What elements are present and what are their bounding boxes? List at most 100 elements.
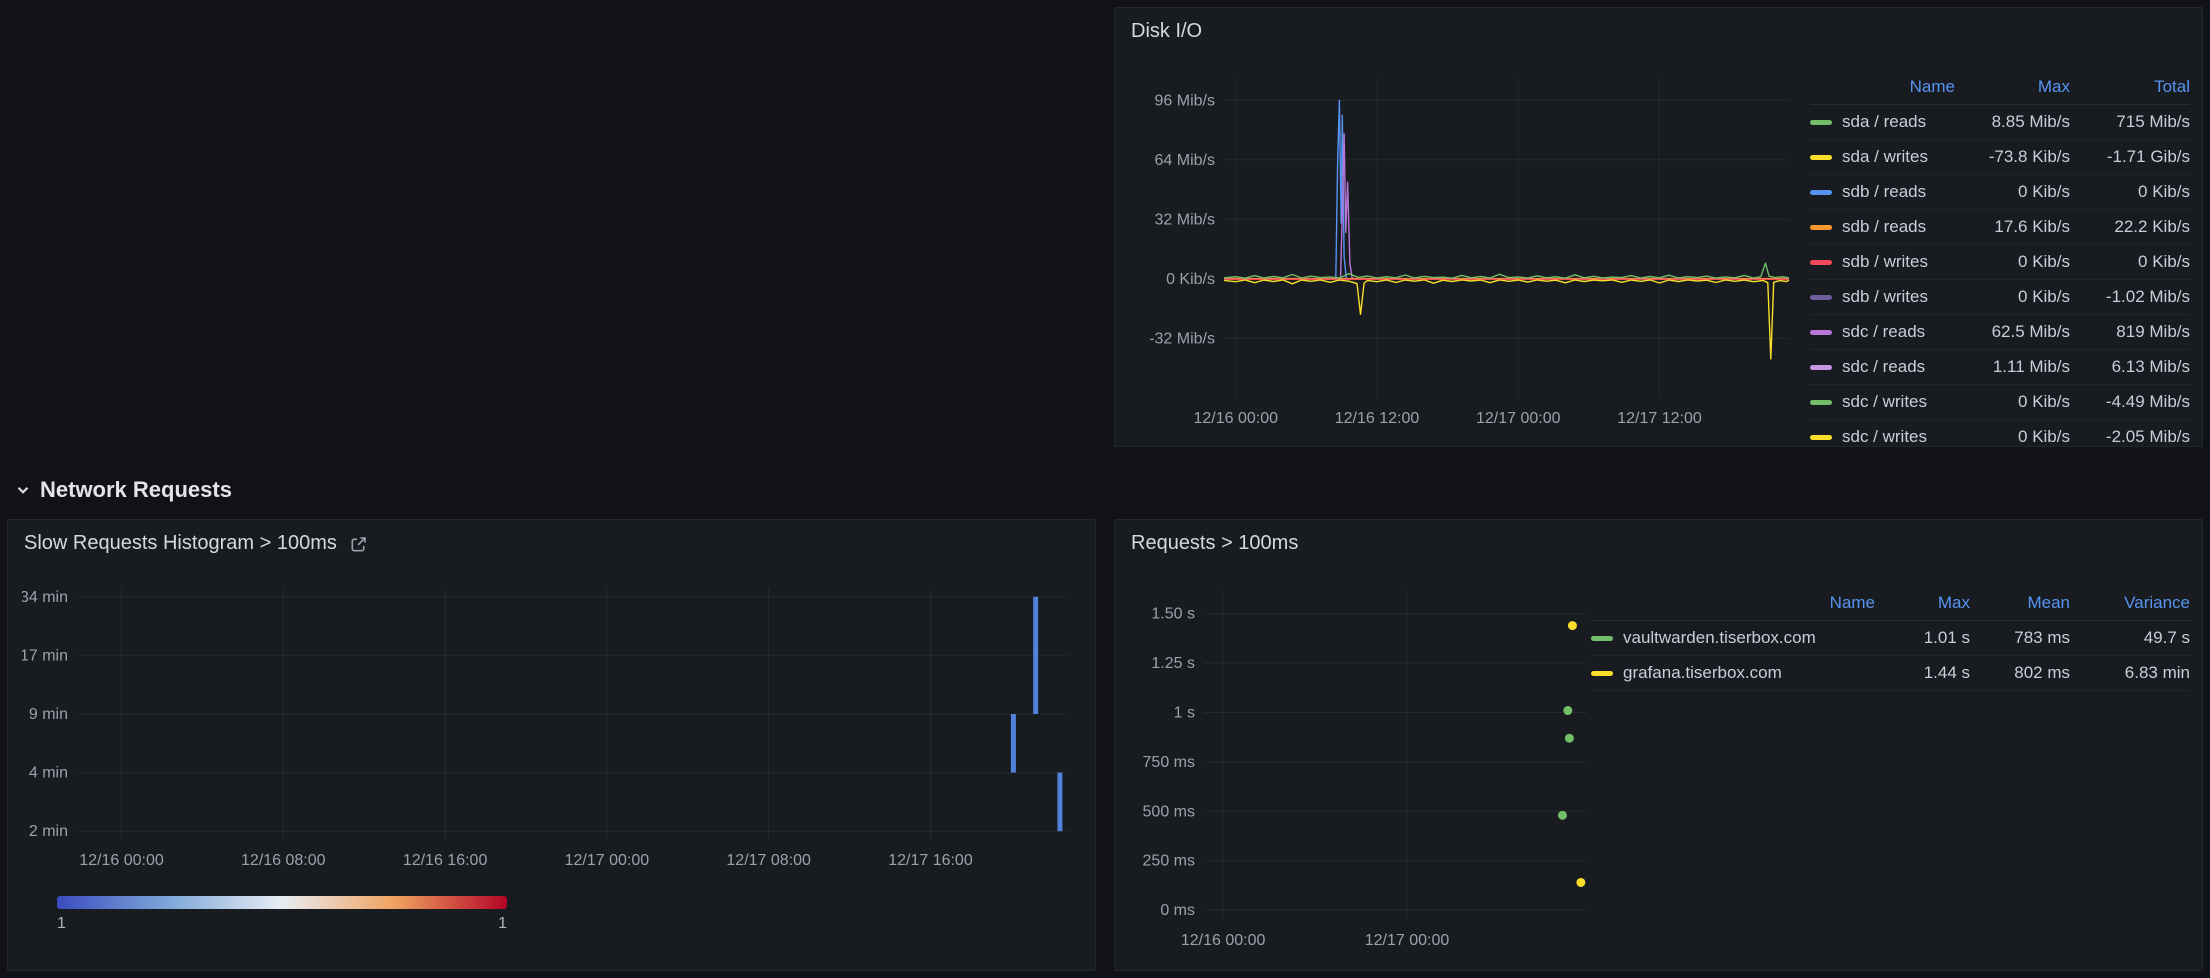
requests-legend-header: Name Max Mean Variance bbox=[1591, 586, 2190, 621]
panel-slow-requests-histogram: Slow Requests Histogram > 100ms 34 min17… bbox=[7, 519, 1096, 971]
legend-row[interactable]: sdc / writes 0 Kib/s -2.05 Mib/s bbox=[1810, 420, 2190, 444]
svg-text:12/16 00:00: 12/16 00:00 bbox=[79, 852, 164, 869]
series-color-swatch bbox=[1810, 155, 1832, 160]
requests-scatter-chart[interactable]: 1.50 s1.25 s1 s750 ms500 ms250 ms0 ms12/… bbox=[1129, 578, 1599, 958]
disk-io-panel-header[interactable]: Disk I/O bbox=[1115, 8, 2202, 54]
series-name: sdb / reads bbox=[1842, 217, 1926, 237]
legend-row[interactable]: sdc / writes 0 Kib/s -4.49 Mib/s bbox=[1810, 385, 2190, 420]
svg-text:0 ms: 0 ms bbox=[1160, 902, 1195, 919]
legend-column-header[interactable]: Variance bbox=[2070, 593, 2190, 613]
svg-text:500 ms: 500 ms bbox=[1143, 803, 1195, 820]
svg-text:-32 Mib/s: -32 Mib/s bbox=[1149, 330, 1215, 347]
legend-row[interactable]: sdb / reads 0 Kib/s 0 Kib/s bbox=[1810, 175, 2190, 210]
legend-series-cell: vaultwarden.tiserbox.com bbox=[1591, 628, 1875, 648]
requests-panel-header[interactable]: Requests > 100ms bbox=[1115, 520, 2202, 566]
colorbar-max-label: 1 bbox=[498, 915, 507, 933]
requests-legend-rows: vaultwarden.tiserbox.com 1.01 s 783 ms 4… bbox=[1591, 621, 2190, 691]
legend-series-cell: sdc / reads bbox=[1810, 357, 1955, 377]
requests-legend-table: Name Max Mean Variance vaultwarden.tiser… bbox=[1591, 586, 2190, 716]
series-color-swatch bbox=[1810, 330, 1832, 335]
legend-row[interactable]: sda / writes -73.8 Kib/s -1.71 Gib/s bbox=[1810, 140, 2190, 175]
chevron-down-icon bbox=[14, 481, 32, 499]
series-color-swatch bbox=[1810, 225, 1832, 230]
section-title: Network Requests bbox=[40, 477, 232, 503]
legend-series-cell: sda / reads bbox=[1810, 112, 1955, 132]
section-header-network-requests[interactable]: Network Requests bbox=[14, 474, 232, 506]
series-name: sdc / reads bbox=[1842, 322, 1925, 342]
series-max-value: 0 Kib/s bbox=[1955, 427, 2070, 444]
series-total-value: -1.02 Mib/s bbox=[2070, 287, 2190, 307]
slow-histogram-panel-header[interactable]: Slow Requests Histogram > 100ms bbox=[8, 520, 1095, 566]
legend-series-cell: sdc / writes bbox=[1810, 392, 1955, 412]
legend-row[interactable]: vaultwarden.tiserbox.com 1.01 s 783 ms 4… bbox=[1591, 621, 2190, 656]
series-total-value: 715 Mib/s bbox=[2070, 112, 2190, 132]
svg-text:12/16 08:00: 12/16 08:00 bbox=[241, 852, 326, 869]
legend-series-cell: sdb / reads bbox=[1810, 217, 1955, 237]
svg-text:250 ms: 250 ms bbox=[1143, 853, 1195, 870]
series-max-value: 1.11 Mib/s bbox=[1955, 357, 2070, 377]
series-name: sdc / reads bbox=[1842, 357, 1925, 377]
series-name: sdb / writes bbox=[1842, 252, 1928, 272]
legend-column-header[interactable]: Total bbox=[2070, 77, 2190, 97]
series-max-value: 8.85 Mib/s bbox=[1955, 112, 2070, 132]
legend-column-header[interactable]: Name bbox=[1810, 77, 1955, 97]
legend-column-header[interactable]: Name bbox=[1591, 593, 1875, 613]
disk-io-timeseries-chart[interactable]: 96 Mib/s64 Mib/s32 Mib/s0 Kib/s-32 Mib/s… bbox=[1129, 66, 1799, 436]
legend-row[interactable]: sda / reads 8.85 Mib/s 715 Mib/s bbox=[1810, 105, 2190, 140]
legend-series-cell: sdb / writes bbox=[1810, 287, 1955, 307]
series-color-swatch bbox=[1810, 190, 1832, 195]
svg-text:9 min: 9 min bbox=[29, 706, 68, 723]
svg-text:1 s: 1 s bbox=[1174, 705, 1195, 722]
svg-text:1.50 s: 1.50 s bbox=[1151, 606, 1195, 623]
svg-text:12/17 00:00: 12/17 00:00 bbox=[1365, 932, 1450, 949]
series-name: sda / writes bbox=[1842, 147, 1928, 167]
legend-row[interactable]: grafana.tiserbox.com 1.44 s 802 ms 6.83 … bbox=[1591, 656, 2190, 691]
slow-histogram-panel-title[interactable]: Slow Requests Histogram > 100ms bbox=[24, 532, 337, 555]
series-total-value: 0 Kib/s bbox=[2070, 252, 2190, 272]
svg-text:1.25 s: 1.25 s bbox=[1151, 655, 1195, 672]
svg-text:12/17 00:00: 12/17 00:00 bbox=[1476, 410, 1561, 427]
series-color-swatch bbox=[1810, 365, 1832, 370]
series-name: vaultwarden.tiserbox.com bbox=[1623, 628, 1816, 648]
heatmap-colorbar-labels: 1 1 bbox=[57, 915, 507, 933]
series-name: sdb / writes bbox=[1842, 287, 1928, 307]
series-name: sdb / reads bbox=[1842, 182, 1926, 202]
svg-text:12/16 00:00: 12/16 00:00 bbox=[1194, 410, 1279, 427]
svg-text:2 min: 2 min bbox=[29, 823, 68, 840]
svg-text:64 Mib/s: 64 Mib/s bbox=[1155, 152, 1215, 169]
legend-column-header[interactable]: Max bbox=[1955, 77, 2070, 97]
legend-series-cell: sdb / writes bbox=[1810, 252, 1955, 272]
series-name: grafana.tiserbox.com bbox=[1623, 663, 1782, 683]
disk-io-legend-rows: sda / reads 8.85 Mib/s 715 Mib/s sda / w… bbox=[1810, 105, 2190, 444]
series-color-swatch bbox=[1591, 636, 1613, 641]
series-mean-value: 783 ms bbox=[1970, 628, 2070, 648]
panel-disk-io: Disk I/O 96 Mib/s64 Mib/s32 Mib/s0 Kib/s… bbox=[1114, 7, 2203, 447]
legend-row[interactable]: sdb / writes 0 Kib/s 0 Kib/s bbox=[1810, 245, 2190, 280]
requests-panel-title[interactable]: Requests > 100ms bbox=[1131, 532, 1298, 555]
legend-column-header[interactable]: Mean bbox=[1970, 593, 2070, 613]
disk-io-panel-title[interactable]: Disk I/O bbox=[1131, 20, 1202, 43]
series-color-swatch bbox=[1810, 120, 1832, 125]
series-max-value: 0 Kib/s bbox=[1955, 182, 2070, 202]
series-max-value: 17.6 Kib/s bbox=[1955, 217, 2070, 237]
legend-row[interactable]: sdc / reads 1.11 Mib/s 6.13 Mib/s bbox=[1810, 350, 2190, 385]
legend-series-cell: sdb / reads bbox=[1810, 182, 1955, 202]
svg-text:12/17 16:00: 12/17 16:00 bbox=[888, 852, 973, 869]
svg-text:12/16 00:00: 12/16 00:00 bbox=[1181, 932, 1266, 949]
legend-row[interactable]: sdb / reads 17.6 Kib/s 22.2 Kib/s bbox=[1810, 210, 2190, 245]
series-mean-value: 802 ms bbox=[1970, 663, 2070, 683]
svg-text:0 Kib/s: 0 Kib/s bbox=[1166, 271, 1215, 288]
series-max-value: -73.8 Kib/s bbox=[1955, 147, 2070, 167]
series-total-value: -2.05 Mib/s bbox=[2070, 427, 2190, 444]
legend-row[interactable]: sdc / reads 62.5 Mib/s 819 Mib/s bbox=[1810, 315, 2190, 350]
series-max-value: 1.44 s bbox=[1875, 663, 1970, 683]
series-max-value: 0 Kib/s bbox=[1955, 392, 2070, 412]
legend-row[interactable]: sdb / writes 0 Kib/s -1.02 Mib/s bbox=[1810, 280, 2190, 315]
external-link-icon[interactable] bbox=[349, 535, 368, 554]
colorbar-min-label: 1 bbox=[57, 915, 66, 933]
series-max-value: 1.01 s bbox=[1875, 628, 1970, 648]
slow-requests-heatmap-chart[interactable]: 34 min17 min9 min4 min2 min12/16 00:0012… bbox=[22, 574, 1082, 874]
legend-column-header[interactable]: Max bbox=[1875, 593, 1970, 613]
svg-text:34 min: 34 min bbox=[22, 589, 68, 606]
series-variance-value: 49.7 s bbox=[2070, 628, 2190, 648]
